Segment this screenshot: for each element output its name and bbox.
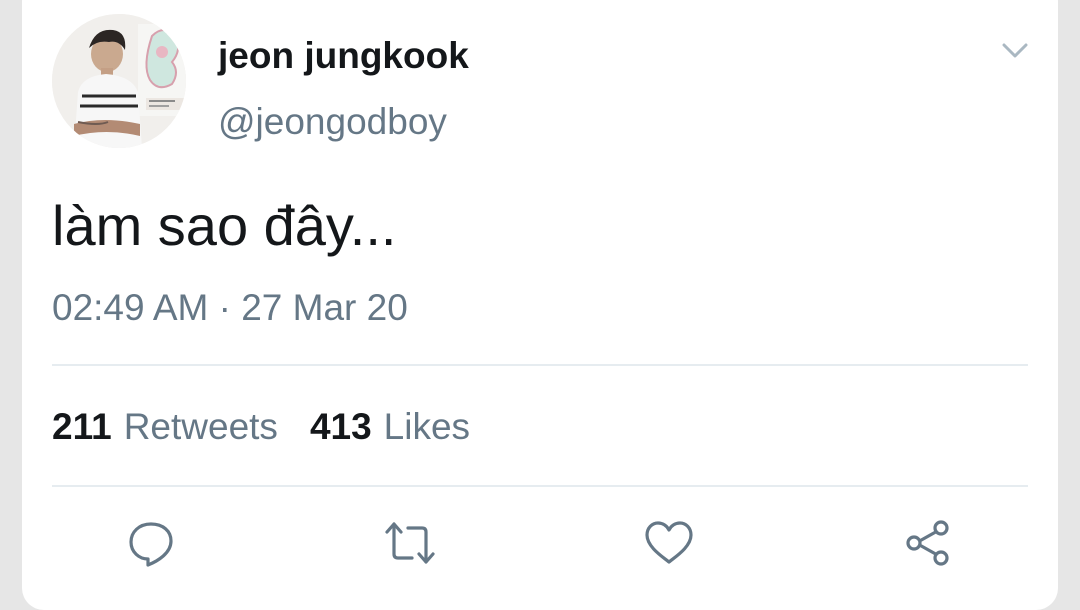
retweet-button[interactable] [382,515,438,571]
display-name[interactable]: jeon jungkook [218,34,469,78]
user-handle[interactable]: @jeongodboy [218,100,447,144]
likes-label: Likes [383,406,471,447]
retweets-count: 211 [52,406,112,447]
avatar[interactable] [52,14,186,148]
likes-stat[interactable]: 413 Likes [310,405,470,449]
profile-photo-icon [52,14,186,148]
tweet-timestamp[interactable]: 02:49 AM · 27 Mar 20 [52,286,408,330]
share-icon [906,520,949,566]
tweet-text: làm sao đây... [52,194,397,257]
chevron-down-icon[interactable] [997,36,1033,66]
divider [52,485,1028,487]
retweets-label: Retweets [123,406,278,447]
reply-button[interactable] [123,515,179,571]
retweet-arrows-icon [385,522,435,564]
divider [52,364,1028,366]
speech-bubble-icon [129,522,173,567]
like-button[interactable] [641,515,697,571]
share-button[interactable] [900,515,956,571]
engagement-stats: 211 Retweets 413 Likes [52,405,470,449]
heart-icon [645,521,693,564]
likes-count: 413 [309,406,372,447]
retweets-stat[interactable]: 211 Retweets [52,405,278,449]
